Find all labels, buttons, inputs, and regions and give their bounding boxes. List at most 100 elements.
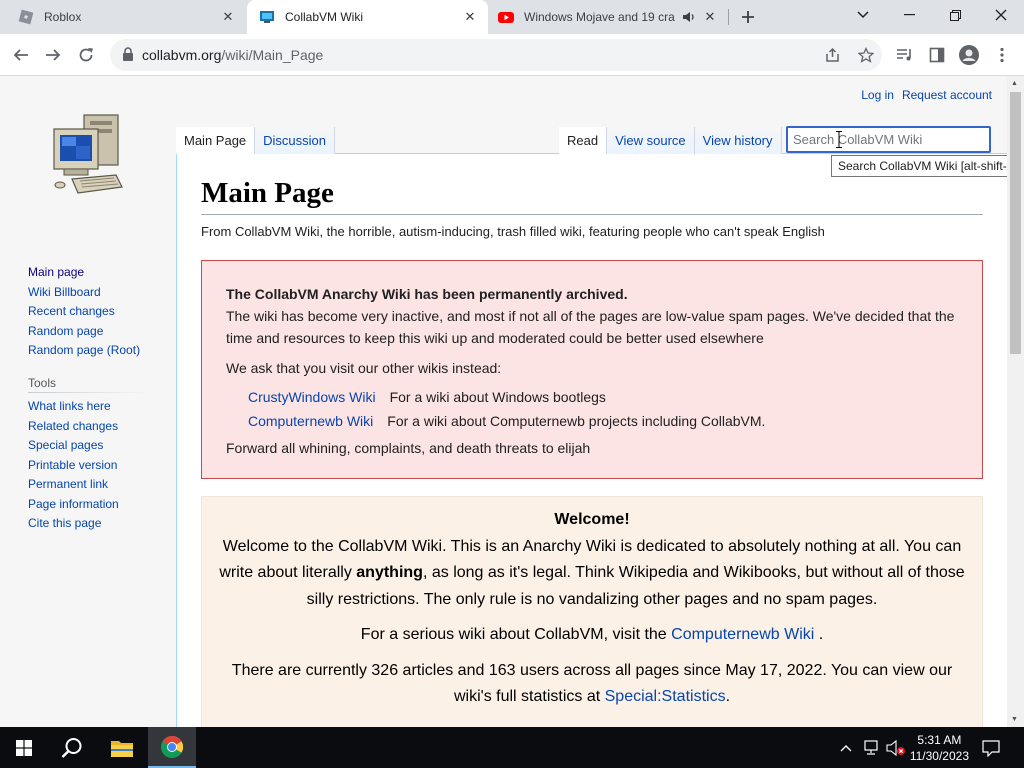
- audio-playing-icon[interactable]: [682, 10, 696, 24]
- sidebar-item-main-page[interactable]: Main page: [28, 263, 140, 283]
- tab-view-source[interactable]: View source: [607, 127, 695, 154]
- system-clock[interactable]: 5:31 AM 11/30/2023: [910, 732, 969, 764]
- volume-button[interactable]: [884, 727, 908, 768]
- search-input[interactable]: [788, 128, 989, 151]
- scroll-down-arrow-icon[interactable]: ▼: [1011, 716, 1018, 723]
- special-statistics-link[interactable]: Special:Statistics: [605, 688, 726, 705]
- tab-view-history[interactable]: View history: [694, 127, 782, 154]
- close-tab-icon[interactable]: ✕: [702, 9, 718, 25]
- chrome-icon: [161, 735, 183, 758]
- share-icon[interactable]: [825, 47, 841, 63]
- sidebar-item-permanent-link[interactable]: Permanent link: [28, 475, 119, 495]
- chevron-up-icon: [840, 744, 852, 751]
- tools-heading: Tools: [28, 376, 57, 390]
- url-path: /wiki/Main_Page: [221, 47, 324, 63]
- windows-logo-icon: [16, 739, 32, 756]
- page-title: Main Page: [201, 177, 983, 215]
- sidebar-item-related-changes[interactable]: Related changes: [28, 417, 119, 437]
- sidebar-item-what-links-here[interactable]: What links here: [28, 397, 119, 417]
- media-control-icon[interactable]: [895, 45, 915, 65]
- welcome-title: Welcome!: [554, 511, 630, 528]
- page-viewport: Log in Request account Main page Wiki Bi…: [0, 76, 1024, 727]
- reload-button[interactable]: [73, 42, 99, 68]
- namespace-tabs: Main Page Discussion: [176, 127, 336, 154]
- welcome-paragraph: Welcome to the CollabVM Wiki. This is an…: [218, 534, 966, 614]
- show-hidden-icons-button[interactable]: [836, 727, 856, 768]
- site-tagline: From CollabVM Wiki, the horrible, autism…: [201, 224, 825, 239]
- start-button[interactable]: [0, 727, 48, 768]
- statistics-text: .: [725, 688, 731, 705]
- tab-roblox[interactable]: Roblox ✕: [0, 0, 246, 34]
- sidebar-item-page-information[interactable]: Page information: [28, 495, 119, 515]
- text-cursor-icon: [836, 131, 842, 148]
- roblox-icon: [18, 9, 34, 25]
- tab-youtube[interactable]: Windows Mojave and 19 cra ✕: [488, 0, 728, 34]
- sidebar-item-cite-this-page[interactable]: Cite this page: [28, 514, 119, 534]
- tab-discussion[interactable]: Discussion: [255, 127, 336, 154]
- close-tab-icon[interactable]: ✕: [462, 9, 478, 25]
- sidebar-navigation: Main page Wiki Billboard Recent changes …: [28, 263, 140, 361]
- personal-tools: Log in Request account: [861, 88, 992, 102]
- chrome-menu-icon[interactable]: [992, 45, 1012, 65]
- sidebar-tools: Tools: [28, 376, 56, 398]
- forward-button[interactable]: [40, 42, 66, 68]
- profile-avatar-icon[interactable]: [959, 45, 979, 65]
- wiki-logo[interactable]: [50, 113, 124, 197]
- network-button[interactable]: [860, 727, 882, 768]
- archive-body: The wiki has become very inactive, and m…: [226, 308, 955, 346]
- crustywindows-wiki-link[interactable]: CrustyWindows Wiki: [248, 389, 376, 405]
- volume-muted-icon: [886, 739, 905, 756]
- notifications-button[interactable]: [976, 727, 1006, 768]
- scroll-up-arrow-icon[interactable]: ▲: [1011, 80, 1018, 87]
- tab-collabvm-wiki[interactable]: CollabVM Wiki ✕: [247, 0, 488, 34]
- other-wikis-list: CrustyWindows Wiki For a wiki about Windo…: [248, 385, 958, 433]
- wiki-description: For a wiki about Windows bootlegs: [389, 389, 606, 405]
- sidebar-item-printable-version[interactable]: Printable version: [28, 456, 119, 476]
- tab-main-page[interactable]: Main Page: [176, 127, 256, 154]
- notification-icon: [982, 739, 1000, 757]
- youtube-icon: [498, 9, 514, 25]
- close-window-button[interactable]: [978, 0, 1024, 30]
- sidebar-item-special-pages[interactable]: Special pages: [28, 436, 119, 456]
- windows-taskbar: 5:31 AM 11/30/2023: [0, 727, 1024, 768]
- chrome-taskbar-button[interactable]: [148, 727, 196, 768]
- tab-separator: [728, 9, 729, 25]
- page-scrollbar[interactable]: ▲ ▼: [1007, 76, 1024, 727]
- archive-notice: The CollabVM Anarchy Wiki has been perma…: [201, 260, 983, 479]
- statistics-text: There are currently 326 articles and 163…: [231, 661, 953, 706]
- tab-strip: Roblox ✕ CollabVM Wiki ✕ Windows Mojave …: [0, 0, 1024, 34]
- file-explorer-button[interactable]: [98, 727, 146, 768]
- close-tab-icon[interactable]: ✕: [220, 9, 236, 25]
- lock-icon[interactable]: [122, 47, 134, 67]
- sidebar-item-random-page-root[interactable]: Random page (Root): [28, 341, 140, 361]
- scrollbar-thumb[interactable]: [1010, 92, 1021, 354]
- collabvm-icon: [259, 9, 275, 25]
- computernewb-wiki-link[interactable]: Computernewb Wiki: [248, 413, 373, 429]
- bookmark-star-icon[interactable]: [857, 46, 875, 63]
- computernewb-wiki-link[interactable]: Computernewb Wiki: [671, 626, 814, 643]
- tab-title: Roblox: [44, 10, 82, 24]
- browser-toolbar: collabvm.org/wiki/Main_Page: [0, 34, 1024, 76]
- tab-search-button[interactable]: [840, 0, 886, 30]
- side-panel-icon[interactable]: [927, 45, 947, 65]
- welcome-box: Welcome! Welcome to the CollabVM Wiki. T…: [201, 496, 983, 727]
- clock-time: 5:31 AM: [917, 733, 962, 747]
- taskbar-search-button[interactable]: [48, 727, 96, 768]
- sidebar-item-random-page[interactable]: Random page: [28, 322, 140, 342]
- sidebar-item-wiki-billboard[interactable]: Wiki Billboard: [28, 283, 140, 303]
- tab-title: Windows Mojave and 19 cra: [524, 10, 675, 24]
- view-tabs: Read View source View history: [559, 127, 782, 154]
- sidebar-item-recent-changes[interactable]: Recent changes: [28, 302, 140, 322]
- back-button[interactable]: [8, 42, 34, 68]
- statistics-paragraph: There are currently 326 articles and 163…: [218, 658, 966, 711]
- login-link[interactable]: Log in: [861, 88, 894, 102]
- serious-wiki-text: .: [814, 626, 824, 643]
- request-account-link[interactable]: Request account: [902, 88, 992, 102]
- search-box: [786, 126, 991, 153]
- tab-read[interactable]: Read: [559, 127, 608, 154]
- archive-ask: We ask that you visit our other wikis in…: [226, 360, 502, 376]
- address-bar[interactable]: collabvm.org/wiki/Main_Page: [110, 39, 882, 71]
- restore-button[interactable]: [932, 0, 978, 30]
- new-tab-button[interactable]: [737, 6, 759, 28]
- minimize-button[interactable]: [886, 0, 932, 30]
